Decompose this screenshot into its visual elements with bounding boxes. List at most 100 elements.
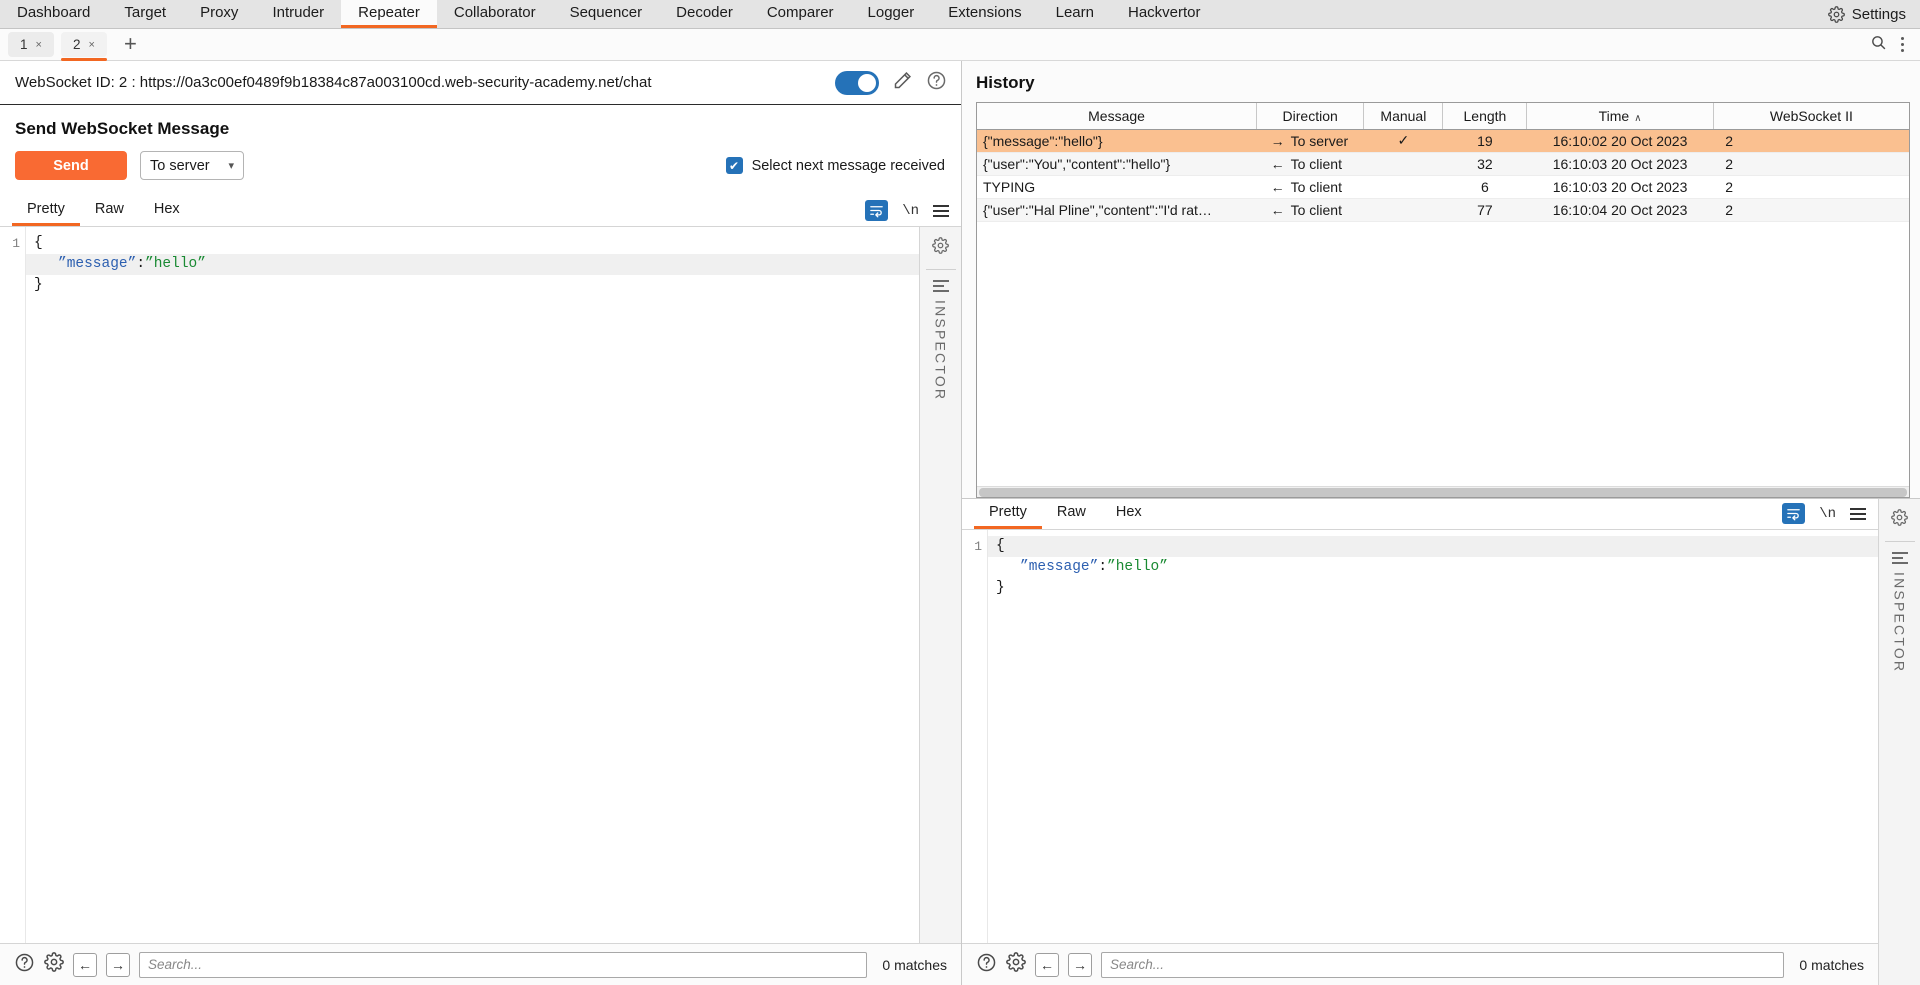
main-navigation-bar: DashboardTargetProxyIntruderRepeaterColl… bbox=[0, 0, 1920, 29]
history-cell-direction: →To server bbox=[1257, 129, 1364, 152]
nav-tab-dashboard[interactable]: Dashboard bbox=[0, 0, 107, 28]
history-column-length[interactable]: Length bbox=[1443, 103, 1527, 129]
settings-button[interactable]: Settings bbox=[1828, 0, 1920, 28]
repeater-tab-1[interactable]: 1× bbox=[8, 32, 54, 57]
select-next-message-label: Select next message received bbox=[752, 158, 945, 174]
nav-tab-extensions[interactable]: Extensions bbox=[931, 0, 1038, 28]
pencil-icon[interactable] bbox=[892, 70, 913, 96]
help-circle-icon[interactable] bbox=[976, 952, 997, 978]
nav-tab-target[interactable]: Target bbox=[107, 0, 183, 28]
tab-hex[interactable]: Hex bbox=[1101, 504, 1157, 529]
nav-tab-intruder[interactable]: Intruder bbox=[255, 0, 341, 28]
newline-icon[interactable]: \n bbox=[1819, 506, 1836, 522]
history-row[interactable]: TYPING←To client616:10:03 20 Oct 20232 bbox=[977, 175, 1909, 198]
request-search-bar: ← → Search... 0 matches bbox=[0, 943, 961, 985]
search-prev-button[interactable]: ← bbox=[1035, 953, 1059, 977]
line-number: 1 bbox=[962, 536, 982, 557]
help-circle-icon[interactable] bbox=[14, 952, 35, 978]
tab-raw[interactable]: Raw bbox=[1042, 504, 1101, 529]
search-placeholder: Search... bbox=[148, 957, 202, 972]
request-search-input[interactable]: Search... bbox=[139, 952, 867, 978]
intercept-toggle[interactable] bbox=[835, 71, 879, 95]
search-next-button[interactable]: → bbox=[106, 953, 130, 977]
hamburger-menu-icon[interactable] bbox=[933, 205, 949, 217]
history-cell-time: 16:10:02 20 Oct 2023 bbox=[1527, 129, 1713, 152]
history-column-message[interactable]: Message bbox=[977, 103, 1257, 129]
gear-icon[interactable] bbox=[1006, 952, 1026, 977]
history-column-time[interactable]: Time∧ bbox=[1527, 103, 1713, 129]
code-token: : bbox=[1098, 559, 1107, 575]
search-next-button[interactable]: → bbox=[1068, 953, 1092, 977]
history-cell-message: {"user":"Hal Pline","content":"I'd rat… bbox=[977, 198, 1257, 221]
direction-arrow-icon: ← bbox=[1271, 156, 1285, 172]
sliders-icon[interactable] bbox=[933, 280, 949, 292]
history-column-direction[interactable]: Direction bbox=[1257, 103, 1364, 129]
nav-tab-repeater[interactable]: Repeater bbox=[341, 0, 437, 28]
column-label: WebSocket II bbox=[1770, 108, 1853, 124]
column-label: Time bbox=[1599, 108, 1630, 124]
history-horizontal-scrollbar[interactable] bbox=[977, 486, 1909, 497]
gear-icon bbox=[1828, 6, 1845, 23]
code-token: } bbox=[996, 580, 1005, 596]
line-number bbox=[0, 275, 20, 296]
select-next-message-checkbox[interactable]: ✔ bbox=[726, 157, 743, 174]
gear-icon[interactable] bbox=[44, 952, 64, 977]
column-label: Direction bbox=[1283, 108, 1338, 124]
nav-tab-decoder[interactable]: Decoder bbox=[659, 0, 750, 28]
request-editor-tabs: PrettyRawHex \n bbox=[0, 196, 961, 227]
tab-raw[interactable]: Raw bbox=[80, 201, 139, 226]
request-code-area[interactable]: {”message”:”hello”} bbox=[26, 227, 919, 943]
tab-pretty[interactable]: Pretty bbox=[12, 201, 80, 226]
settings-label: Settings bbox=[1852, 6, 1906, 23]
history-column-manual[interactable]: Manual bbox=[1364, 103, 1443, 129]
request-inspector-rail[interactable]: INSPECTOR bbox=[919, 227, 961, 943]
code-token: ”message” bbox=[58, 256, 136, 272]
gear-icon[interactable] bbox=[1891, 509, 1908, 531]
response-editor-body: 1 {”message”:”hello”} bbox=[962, 530, 1878, 943]
help-circle-icon[interactable] bbox=[926, 70, 947, 96]
search-prev-button[interactable]: ← bbox=[73, 953, 97, 977]
newline-icon[interactable]: \n bbox=[902, 203, 919, 219]
close-icon[interactable]: × bbox=[89, 39, 95, 51]
send-button[interactable]: Send bbox=[15, 151, 127, 180]
close-icon[interactable]: × bbox=[36, 39, 42, 51]
nav-tab-logger[interactable]: Logger bbox=[851, 0, 932, 28]
nav-tab-collaborator[interactable]: Collaborator bbox=[437, 0, 553, 28]
response-editor-tabs: PrettyRawHex \n bbox=[962, 499, 1878, 530]
repeater-tab-bar: 1× 2× + bbox=[0, 29, 1920, 61]
response-inspector-rail[interactable]: INSPECTOR bbox=[1878, 499, 1920, 985]
repeater-tab-2[interactable]: 2× bbox=[61, 32, 107, 57]
code-line: { bbox=[26, 233, 919, 254]
nav-tab-comparer[interactable]: Comparer bbox=[750, 0, 851, 28]
inspector-label: INSPECTOR bbox=[933, 300, 949, 401]
response-code-area[interactable]: {”message”:”hello”} bbox=[988, 530, 1878, 943]
websocket-info-bar: WebSocket ID: 2 : https://0a3c00ef0489f9… bbox=[0, 61, 961, 105]
column-label: Length bbox=[1464, 108, 1507, 124]
nav-tab-proxy[interactable]: Proxy bbox=[183, 0, 255, 28]
history-cell-direction: ←To client bbox=[1257, 175, 1364, 198]
gear-icon[interactable] bbox=[932, 237, 949, 259]
history-cell-message: TYPING bbox=[977, 175, 1257, 198]
add-tab-button[interactable]: + bbox=[114, 33, 147, 55]
nav-tab-sequencer[interactable]: Sequencer bbox=[553, 0, 660, 28]
hamburger-menu-icon[interactable] bbox=[1850, 508, 1866, 520]
code-token: } bbox=[34, 277, 43, 293]
history-row[interactable]: {"user":"Hal Pline","content":"I'd rat…←… bbox=[977, 198, 1909, 221]
nav-tab-hackvertor[interactable]: Hackvertor bbox=[1111, 0, 1218, 28]
history-cell-manual bbox=[1364, 198, 1443, 221]
vertical-dots-icon[interactable] bbox=[1901, 37, 1904, 52]
word-wrap-icon[interactable] bbox=[865, 200, 888, 221]
history-column-websocket-ii[interactable]: WebSocket II bbox=[1713, 103, 1909, 129]
response-search-input[interactable]: Search... bbox=[1101, 952, 1784, 978]
history-row[interactable]: {"user":"You","content":"hello"}←To clie… bbox=[977, 152, 1909, 175]
tab-pretty[interactable]: Pretty bbox=[974, 504, 1042, 529]
history-row[interactable]: {"message":"hello"}→To server✓1916:10:02… bbox=[977, 129, 1909, 152]
direction-value: To server bbox=[150, 158, 210, 174]
word-wrap-icon[interactable] bbox=[1782, 503, 1805, 524]
direction-select[interactable]: To server ▾ bbox=[140, 151, 244, 180]
select-next-message-checkbox-row[interactable]: ✔ Select next message received bbox=[726, 157, 945, 174]
search-icon[interactable] bbox=[1870, 34, 1887, 56]
tab-hex[interactable]: Hex bbox=[139, 201, 195, 226]
sliders-icon[interactable] bbox=[1892, 552, 1908, 564]
nav-tab-learn[interactable]: Learn bbox=[1039, 0, 1111, 28]
